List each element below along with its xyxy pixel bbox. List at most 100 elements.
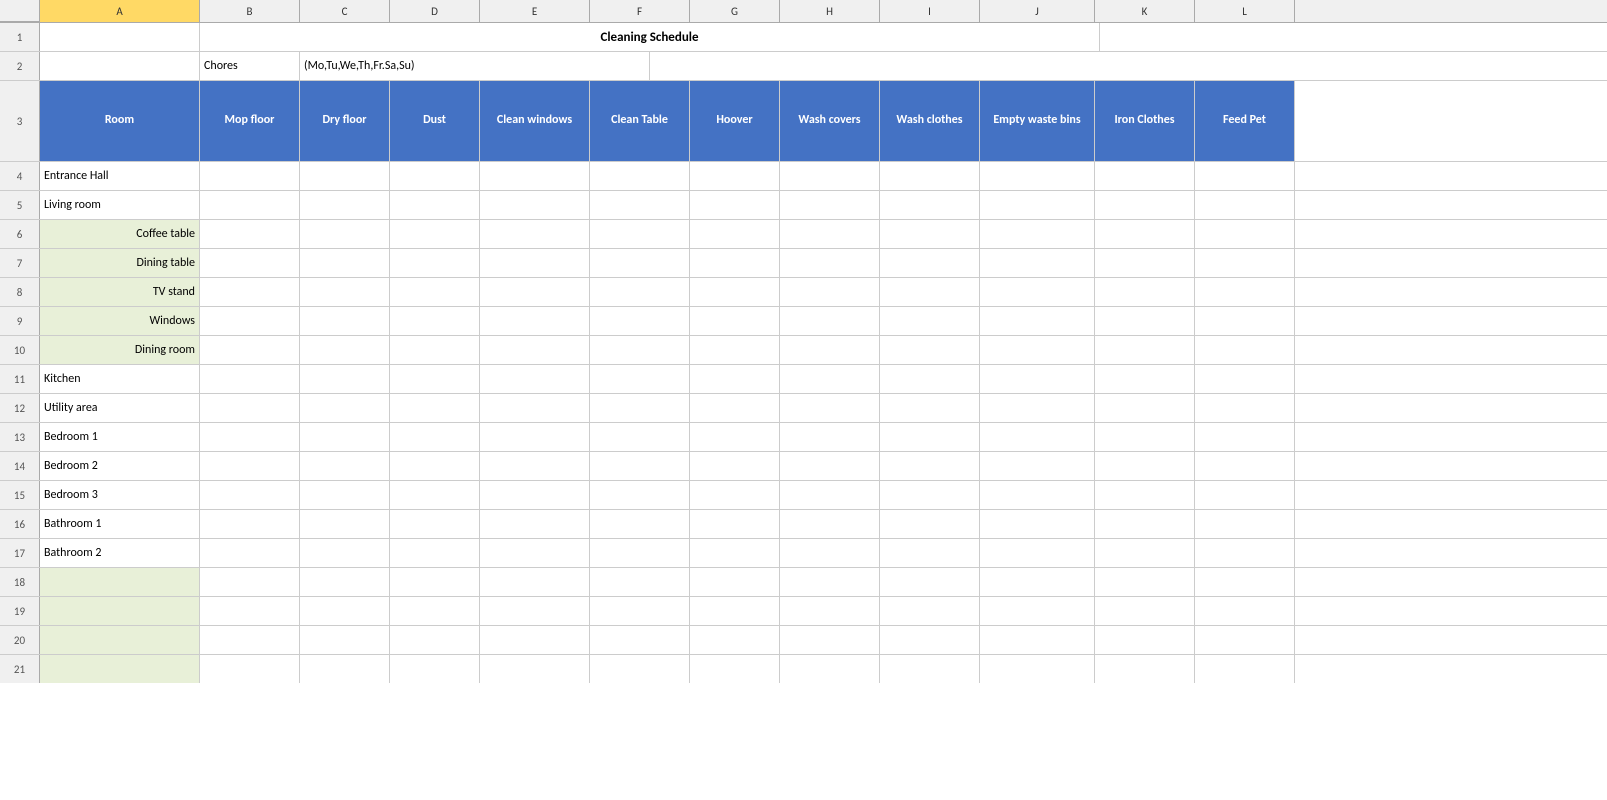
cell-7K[interactable] [1095,249,1195,277]
cell-6L[interactable] [1195,220,1295,248]
cell-20H[interactable] [780,626,880,654]
cell-8D[interactable] [390,278,480,306]
cell-11B[interactable] [200,365,300,393]
cell-14B[interactable] [200,452,300,480]
col-header-F[interactable]: F [590,0,690,22]
cell-8B[interactable] [200,278,300,306]
cell-11J[interactable] [980,365,1095,393]
cell-14F[interactable] [590,452,690,480]
col-header-I[interactable]: I [880,0,980,22]
cell-5D[interactable] [390,191,480,219]
cell-21L[interactable] [1195,655,1295,683]
cell-6K[interactable] [1095,220,1195,248]
cell-14D[interactable] [390,452,480,480]
cell-7C[interactable] [300,249,390,277]
cell-21I[interactable] [880,655,980,683]
cell-9H[interactable] [780,307,880,335]
cell-7B[interactable] [200,249,300,277]
cell-18L[interactable] [1195,568,1295,596]
cell-14E[interactable] [480,452,590,480]
cell-3J[interactable]: Empty waste bins [980,81,1095,161]
cell-7A[interactable]: Dining table [40,249,200,277]
cell-12K[interactable] [1095,394,1195,422]
cell-3C[interactable]: Dry floor [300,81,390,161]
col-header-D[interactable]: D [390,0,480,22]
cell-1A[interactable] [40,23,200,51]
cell-10G[interactable] [690,336,780,364]
cell-10F[interactable] [590,336,690,364]
cell-7D[interactable] [390,249,480,277]
cell-13G[interactable] [690,423,780,451]
cell-21F[interactable] [590,655,690,683]
cell-20A[interactable] [40,626,200,654]
cell-17A[interactable]: Bathroom 2 [40,539,200,567]
cell-17F[interactable] [590,539,690,567]
cell-17I[interactable] [880,539,980,567]
cell-19J[interactable] [980,597,1095,625]
cell-10I[interactable] [880,336,980,364]
cell-15B[interactable] [200,481,300,509]
cell-19C[interactable] [300,597,390,625]
cell-18E[interactable] [480,568,590,596]
cell-5H[interactable] [780,191,880,219]
cell-13I[interactable] [880,423,980,451]
cell-20I[interactable] [880,626,980,654]
cell-11E[interactable] [480,365,590,393]
cell-17D[interactable] [390,539,480,567]
cell-16F[interactable] [590,510,690,538]
cell-12B[interactable] [200,394,300,422]
cell-8F[interactable] [590,278,690,306]
cell-14K[interactable] [1095,452,1195,480]
cell-13J[interactable] [980,423,1095,451]
cell-15K[interactable] [1095,481,1195,509]
cell-5L[interactable] [1195,191,1295,219]
cell-11G[interactable] [690,365,780,393]
cell-9K[interactable] [1095,307,1195,335]
cell-20L[interactable] [1195,626,1295,654]
cell-21K[interactable] [1095,655,1195,683]
col-header-B[interactable]: B [200,0,300,22]
cell-15L[interactable] [1195,481,1295,509]
cell-9L[interactable] [1195,307,1295,335]
cell-20J[interactable] [980,626,1095,654]
cell-9C[interactable] [300,307,390,335]
cell-16J[interactable] [980,510,1095,538]
cell-13C[interactable] [300,423,390,451]
cell-21J[interactable] [980,655,1095,683]
cell-7I[interactable] [880,249,980,277]
cell-20D[interactable] [390,626,480,654]
cell-8H[interactable] [780,278,880,306]
cell-13H[interactable] [780,423,880,451]
cell-6J[interactable] [980,220,1095,248]
cell-21A[interactable] [40,655,200,683]
cell-6A[interactable]: Coffee table [40,220,200,248]
cell-5J[interactable] [980,191,1095,219]
col-header-C[interactable]: C [300,0,390,22]
cell-2A[interactable] [40,52,200,80]
cell-18G[interactable] [690,568,780,596]
cell-11H[interactable] [780,365,880,393]
cell-20B[interactable] [200,626,300,654]
cell-15C[interactable] [300,481,390,509]
cell-18I[interactable] [880,568,980,596]
cell-19H[interactable] [780,597,880,625]
cell-14L[interactable] [1195,452,1295,480]
cell-3L[interactable]: Feed Pet [1195,81,1295,161]
cell-6B[interactable] [200,220,300,248]
cell-3F[interactable]: Clean Table [590,81,690,161]
cell-6I[interactable] [880,220,980,248]
cell-4H[interactable] [780,162,880,190]
cell-7G[interactable] [690,249,780,277]
cell-14A[interactable]: Bedroom 2 [40,452,200,480]
cell-18H[interactable] [780,568,880,596]
cell-20G[interactable] [690,626,780,654]
cell-19E[interactable] [480,597,590,625]
cell-5I[interactable] [880,191,980,219]
cell-7J[interactable] [980,249,1095,277]
cell-8G[interactable] [690,278,780,306]
cell-9F[interactable] [590,307,690,335]
cell-15J[interactable] [980,481,1095,509]
cell-13B[interactable] [200,423,300,451]
cell-16D[interactable] [390,510,480,538]
cell-13D[interactable] [390,423,480,451]
